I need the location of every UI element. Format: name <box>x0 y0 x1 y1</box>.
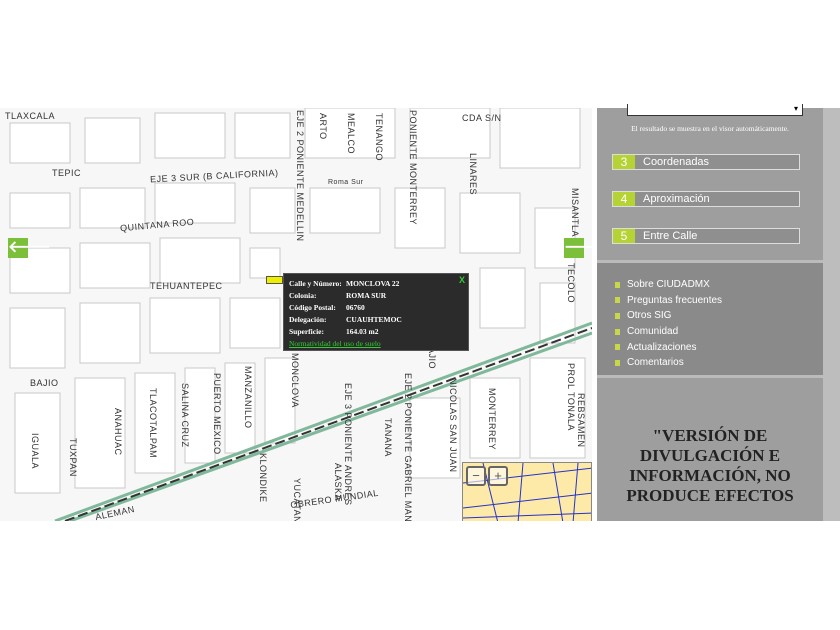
street-label: ARTO <box>318 113 328 140</box>
street-label: TEPIC <box>52 168 82 178</box>
bullet-icon <box>615 312 620 319</box>
street-label: TLAXCALA <box>5 111 56 121</box>
bullet-icon <box>615 328 620 335</box>
street-label: SALINA CRUZ <box>180 383 190 448</box>
street-label: PROL TONALA <box>566 363 576 431</box>
label-colonia: Colonia: <box>289 290 317 300</box>
street-label: MANZANILLO <box>243 366 253 429</box>
step-number: 5 <box>613 229 635 243</box>
result-select[interactable]: ▾ <box>627 104 803 116</box>
street-label: LINARES <box>468 153 478 196</box>
zoom-in-button[interactable]: + <box>488 466 508 486</box>
street-label: TECOLO <box>566 263 576 304</box>
label-delegacion: Delegación: <box>289 314 327 324</box>
bullet-icon <box>615 344 620 351</box>
street-label: TENANGO <box>374 113 384 162</box>
link-comunidad[interactable]: Comunidad <box>597 324 823 340</box>
street-label: MONCLOVA <box>290 353 300 408</box>
value-postal-code: 06760 <box>346 302 365 312</box>
step-number: 4 <box>613 192 635 206</box>
land-use-link[interactable]: Normatividad del uso de suelo <box>289 339 381 348</box>
link-label[interactable]: Comunidad <box>627 326 678 337</box>
link-preguntas-frecuentes[interactable]: Preguntas frecuentes <box>597 293 823 309</box>
pan-left-button[interactable]: 🡐 <box>8 238 51 258</box>
parcel-marker[interactable] <box>266 276 283 284</box>
street-label: MISANTLA <box>570 188 580 238</box>
label-postal-code: Código Postal: <box>289 302 336 312</box>
value-superficie: 164.03 m2 <box>346 326 379 336</box>
link-label[interactable]: Otros SIG <box>627 310 671 321</box>
link-label[interactable]: Actualizaciones <box>627 342 696 353</box>
value-delegacion: CUAUHTEMOC <box>346 314 402 324</box>
zoom-out-button[interactable]: − <box>466 466 486 486</box>
search-panel: ▾ El resultado se muestra en el visor au… <box>597 104 823 521</box>
link-actualizaciones[interactable]: Actualizaciones <box>597 339 823 355</box>
pan-right-button[interactable]: 🡒 <box>564 238 592 258</box>
step-coordenadas-button[interactable]: 3 Coordenadas <box>612 154 800 170</box>
link-sobre-ciudadmx[interactable]: Sobre CIUDADMX <box>597 277 823 293</box>
street-label: TANANA <box>383 418 393 457</box>
street-label: Roma Sur <box>328 179 364 186</box>
step-entre-calle-button[interactable]: 5 Entre Calle <box>612 228 800 244</box>
info-links: Sobre CIUDADMX Preguntas frecuentes Otro… <box>597 260 823 378</box>
street-label: NICOLAS SAN JUAN <box>448 378 458 473</box>
parcel-info-popup: X Calle y Número: MONCLOVA 22 Colonia: ROM… <box>283 273 469 351</box>
street-label: TUXPAN <box>68 438 78 477</box>
street-label: ANAHUAC <box>113 408 123 456</box>
street-label: PONIENTE MONTERREY <box>408 110 418 226</box>
link-comentarios[interactable]: Comentarios <box>597 355 823 371</box>
street-label: MEALCO <box>346 113 356 155</box>
link-label[interactable]: Sobre CIUDADMX <box>627 279 710 290</box>
street-label: MONTERREY <box>487 388 497 451</box>
disclaimer-text: "VERSIÓN DE DIVULGACIÓN E INFORMACIÓN, N… <box>626 426 794 505</box>
value-colonia: ROMA SUR <box>346 290 387 300</box>
street-label: CDA S/N <box>462 113 502 123</box>
street-label: REBSAMEN <box>576 393 586 448</box>
street-label: KLONDIKE <box>258 453 268 503</box>
label-street: Calle y Número: <box>289 278 342 288</box>
bullet-icon <box>615 359 620 366</box>
street-label: EJE 3 PONIENTE ANDRES <box>343 383 353 506</box>
label-superficie: Superficie: <box>289 326 324 336</box>
street-label: BAJIO <box>30 378 59 388</box>
step-number: 3 <box>613 155 635 169</box>
panel-edge <box>823 108 840 521</box>
street-label: EJE 2 PONIENTE MEDELLIN <box>295 110 305 242</box>
street-label: EJE 2 PONIENTE GABRIEL MANCERA <box>403 373 413 521</box>
bullet-icon <box>615 297 620 304</box>
value-street: MONCLOVA 22 <box>346 278 400 288</box>
link-otros-sig[interactable]: Otros SIG <box>597 308 823 324</box>
step-label: Aproximación <box>643 193 710 205</box>
link-label[interactable]: Comentarios <box>627 357 684 368</box>
close-popup-button[interactable]: X <box>459 275 465 285</box>
street-label: PUERTO MEXICO <box>212 373 222 455</box>
street-label: TEHUANTEPEC <box>150 281 223 291</box>
street-label: TLACOTALPAM <box>148 388 158 459</box>
street-label: IGUALA <box>30 433 40 470</box>
bullet-icon <box>615 281 620 288</box>
link-label[interactable]: Preguntas frecuentes <box>627 295 722 306</box>
auto-result-note: El resultado se muestra en el visor auto… <box>631 124 789 133</box>
step-label: Entre Calle <box>643 230 698 242</box>
step-aproximacion-button[interactable]: 4 Aproximación <box>612 191 800 207</box>
overview-map[interactable]: − + <box>462 462 592 521</box>
step-label: Coordenadas <box>643 156 710 168</box>
